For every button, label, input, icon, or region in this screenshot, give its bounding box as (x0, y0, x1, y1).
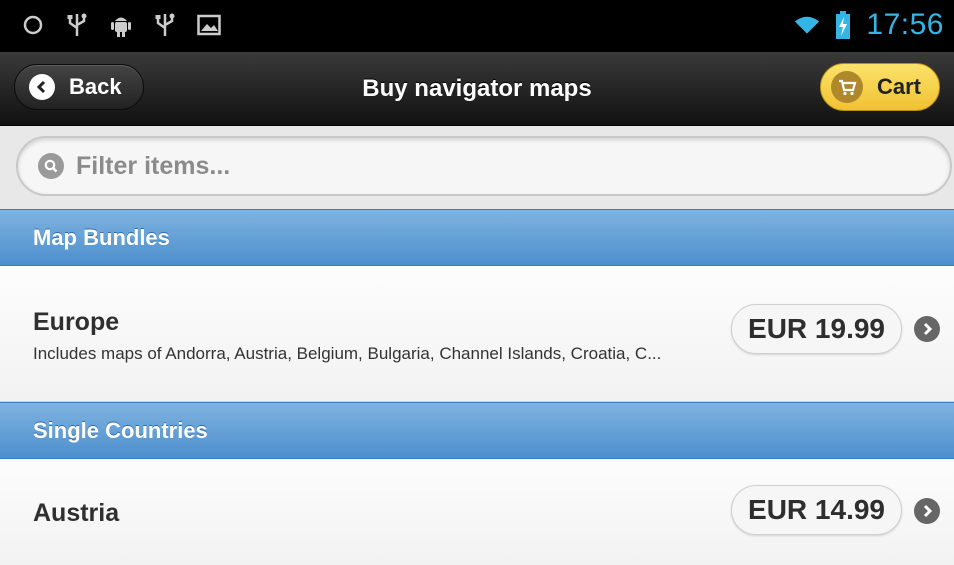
section-header-map-bundles: Map Bundles (0, 209, 954, 266)
system-icons: 17:56 (794, 8, 944, 42)
price-badge: EUR 19.99 (731, 304, 902, 354)
status-bar: 17:56 (0, 0, 954, 52)
battery-charging-icon (830, 11, 856, 39)
android-icon (108, 12, 134, 38)
circle-icon (20, 12, 46, 38)
usb-icon (152, 12, 178, 38)
app-screen: 17:56 Buy navigator maps Back Cart Filte… (0, 0, 954, 565)
item-title: Austria (33, 499, 120, 527)
search-icon (38, 153, 64, 179)
filter-input[interactable]: Filter items... (16, 136, 952, 196)
clock-time: 17:56 (866, 8, 944, 41)
list-item-austria[interactable]: Austria EUR 14.99 (0, 459, 954, 565)
filter-bar: Filter items... (0, 126, 954, 209)
back-label: Back (69, 74, 122, 99)
item-description: Includes maps of Andorra, Austria, Belgi… (33, 344, 662, 363)
header-bar: Buy navigator maps Back Cart (0, 52, 954, 126)
chevron-right-icon (914, 498, 940, 524)
chevron-left-icon (29, 74, 55, 100)
section-header-single-countries: Single Countries (0, 402, 954, 459)
filter-placeholder: Filter items... (76, 151, 231, 180)
back-button[interactable]: Back (14, 64, 144, 110)
image-icon (196, 12, 222, 38)
notification-icons (20, 12, 222, 38)
chevron-right-icon (914, 316, 940, 342)
price-badge: EUR 14.99 (731, 485, 902, 535)
list-item-europe[interactable]: Europe Includes maps of Andorra, Austria… (0, 266, 954, 402)
wifi-icon (794, 12, 820, 38)
cart-label: Cart (877, 74, 922, 99)
cart-button[interactable]: Cart (820, 63, 940, 111)
usb-icon (64, 12, 90, 38)
cart-icon (831, 71, 863, 103)
item-title: Europe (33, 308, 120, 336)
